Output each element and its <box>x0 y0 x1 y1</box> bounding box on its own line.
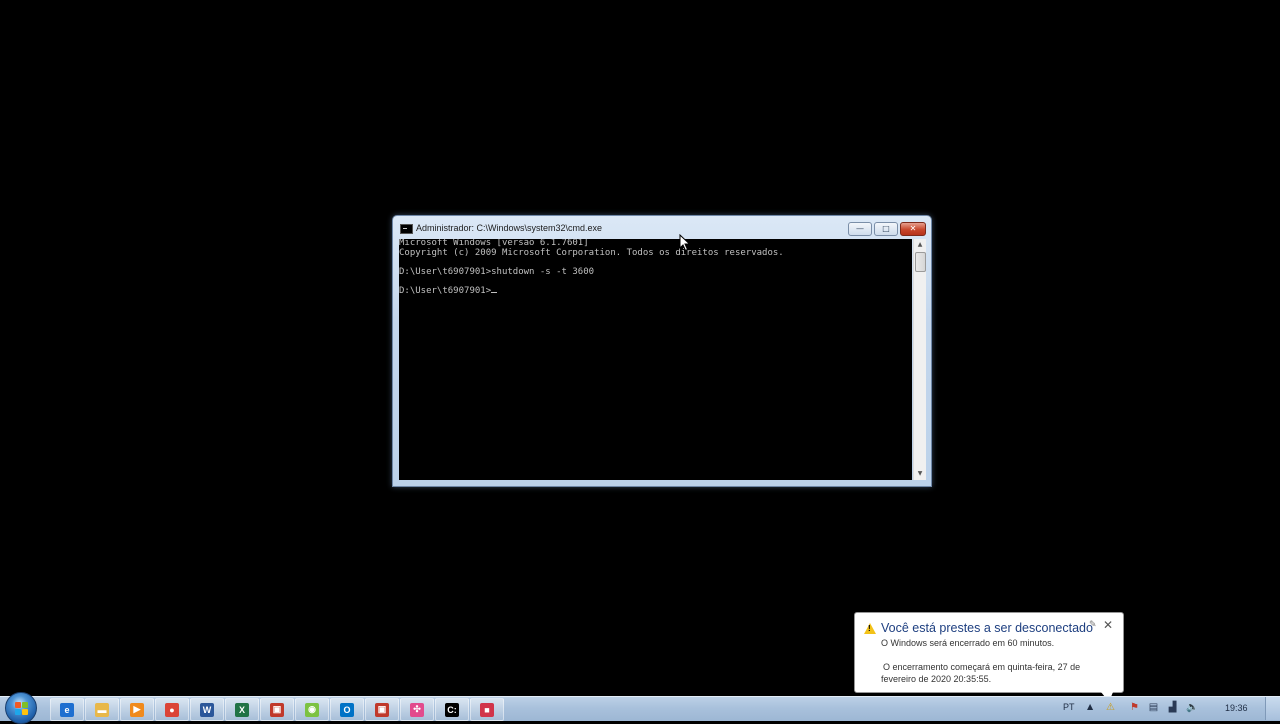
title-bar[interactable]: Administrador: C:\Windows\system32\cmd.e… <box>393 216 931 240</box>
app-lync-icon: ◉ <box>305 702 319 717</box>
network-warning-icon[interactable]: ⚠ <box>1105 702 1116 713</box>
shutdown-notification[interactable]: Você está prestes a ser desconectado ✎ ✕… <box>854 612 1124 702</box>
taskbar-windows-explorer-button[interactable]: ▬ <box>85 698 119 721</box>
options-icon[interactable]: ✎ <box>1089 620 1097 630</box>
taskbar-word-button[interactable]: W <box>190 698 224 721</box>
windows-explorer-icon: ▬ <box>95 702 109 717</box>
notification-detail-2: fevereiro de 2020 20:35:55. <box>881 674 992 684</box>
taskbar-excel-button[interactable]: X <box>225 698 259 721</box>
clock[interactable]: 19:36 <box>1225 703 1248 713</box>
app-paint-icon: ■ <box>480 702 494 717</box>
cmd-window[interactable]: Administrador: C:\Windows\system32\cmd.e… <box>392 215 932 487</box>
show-desktop-button[interactable] <box>1265 697 1280 720</box>
scroll-thumb[interactable] <box>915 252 926 272</box>
taskbar-app-lync-button[interactable]: ◉ <box>295 698 329 721</box>
vertical-scrollbar[interactable]: ▲ ▼ <box>913 239 926 480</box>
media-player-icon: ▶ <box>130 702 144 717</box>
internet-explorer-icon: e <box>60 702 74 717</box>
device-icon[interactable]: ▤ <box>1148 702 1159 713</box>
maximize-button[interactable]: □ <box>874 222 898 236</box>
app-red-icon: ▣ <box>270 702 284 717</box>
chrome-icon: ● <box>165 702 179 717</box>
close-button[interactable]: ✕ <box>900 222 926 236</box>
taskbar-app-pinwheel-button[interactable]: ✣ <box>400 698 434 721</box>
taskbar-app-paint-button[interactable]: ■ <box>470 698 504 721</box>
window-title: Administrador: C:\Windows\system32\cmd.e… <box>416 223 603 233</box>
app-red-2-icon: ▣ <box>375 702 389 717</box>
scroll-down-arrow-icon[interactable]: ▼ <box>914 469 926 479</box>
start-button[interactable] <box>5 692 37 724</box>
console-output[interactable]: Microsoft Windows [versão 6.1.7601] Copy… <box>399 239 912 480</box>
warning-icon <box>864 623 876 634</box>
language-indicator[interactable]: PT <box>1063 702 1075 712</box>
taskbar-internet-explorer-button[interactable]: e <box>50 698 84 721</box>
mouse-pointer-icon <box>679 234 691 252</box>
minimize-button[interactable]: — <box>848 222 872 236</box>
notification-title: Você está prestes a ser desconectado <box>881 621 1093 635</box>
text-cursor <box>491 291 498 293</box>
network-signal-icon[interactable]: ▟ <box>1167 702 1178 713</box>
excel-icon: X <box>235 702 249 717</box>
volume-icon[interactable]: 🔈 <box>1186 702 1198 713</box>
taskbar-media-player-button[interactable]: ▶ <box>120 698 154 721</box>
scroll-up-arrow-icon[interactable]: ▲ <box>914 240 926 250</box>
action-center-icon[interactable]: ⚑ <box>1129 702 1140 713</box>
console-prompt: D:\User\t6907901> <box>399 285 492 296</box>
show-hidden-icons-icon[interactable]: ▲ <box>1087 702 1093 711</box>
console-line: Copyright (c) 2009 Microsoft Corporation… <box>399 247 784 258</box>
taskbar: e ▬ ▶ ● W X ▣ ◉ O ▣ ✣ C: ■ PT ▲ ⚠ ⚑ ▤ ▟ 🔈 19:36 <box>0 692 1280 724</box>
notification-message: O Windows será encerrado em 60 minutos. <box>881 638 1055 648</box>
outlook-icon: O <box>340 702 354 717</box>
close-icon[interactable]: ✕ <box>1103 618 1113 632</box>
console-line: D:\User\t6907901>shutdown -s -t 3600 <box>399 266 595 277</box>
taskbar-outlook-button[interactable]: O <box>330 698 364 721</box>
word-icon: W <box>200 702 214 717</box>
notification-detail: O encerramento começará em quinta-feira,… <box>883 662 1081 672</box>
app-pinwheel-icon: ✣ <box>410 702 424 717</box>
cmd-icon <box>400 224 413 234</box>
taskbar-cmd-button[interactable]: C: <box>435 698 469 721</box>
taskbar-app-red-2-button[interactable]: ▣ <box>365 698 399 721</box>
taskbar-app-red-button[interactable]: ▣ <box>260 698 294 721</box>
taskbar-chrome-button[interactable]: ● <box>155 698 189 721</box>
cmd-icon: C: <box>445 702 459 717</box>
